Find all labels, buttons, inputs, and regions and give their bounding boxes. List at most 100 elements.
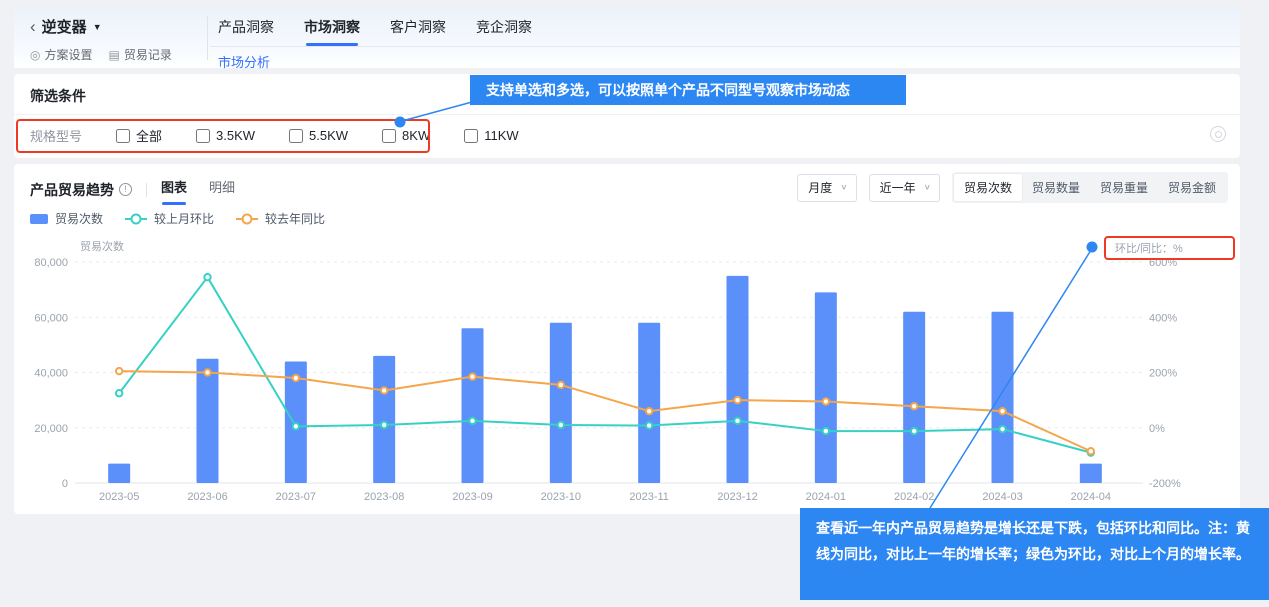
marker-较上月环比-2024-01[interactable] [823, 428, 829, 434]
metric-button-group: 贸易次数贸易数量贸易重量贸易金额 [952, 172, 1228, 203]
spec-option-3.5KW[interactable]: 3.5KW [196, 128, 255, 143]
bar-2023-11[interactable] [638, 323, 660, 483]
tab-产品洞察[interactable]: 产品洞察 [218, 17, 274, 46]
filter-annotation-tooltip: 支持单选和多选，可以按照单个产品不同型号观察市场动态 [470, 75, 906, 105]
scheme-settings-button[interactable]: ◎ 方案设置 [30, 46, 93, 63]
checkbox-8KW[interactable] [382, 129, 396, 143]
bar-2024-04[interactable] [1080, 464, 1102, 483]
legend-item-较上月环比[interactable]: 较上月环比 [125, 210, 214, 227]
metric-button-贸易金额[interactable]: 贸易金额 [1158, 174, 1226, 201]
x-axis-label-2023-12: 2023-12 [717, 491, 757, 503]
trend-title-divider [146, 183, 147, 197]
marker-较去年同比-2023-06[interactable] [204, 369, 210, 375]
marker-较去年同比-2024-03[interactable] [999, 408, 1005, 414]
view-tab-图表[interactable]: 图表 [161, 177, 187, 202]
bar-2023-09[interactable] [462, 328, 484, 483]
bar-2024-02[interactable] [903, 312, 925, 483]
left-axis-tick: 60,000 [34, 312, 68, 324]
line-较去年同比 [119, 371, 1091, 451]
x-axis-label-2024-03: 2024-03 [982, 491, 1022, 503]
legend-line-swatch [125, 218, 147, 220]
right-axis-tick: -200% [1149, 478, 1181, 490]
spec-option-label: 11KW [484, 128, 518, 143]
marker-较上月环比-2023-08[interactable] [381, 422, 387, 428]
x-axis-label-2023-09: 2023-09 [452, 491, 492, 503]
marker-较上月环比-2023-07[interactable] [293, 423, 299, 429]
x-axis-label-2024-01: 2024-01 [806, 491, 846, 503]
document-icon: ▤ [109, 48, 120, 62]
marker-较上月环比-2023-11[interactable] [646, 422, 652, 428]
x-axis-label-2023-08: 2023-08 [364, 491, 404, 503]
marker-较去年同比-2023-10[interactable] [558, 382, 564, 388]
bar-2023-05[interactable] [108, 464, 130, 483]
marker-较上月环比-2023-10[interactable] [558, 422, 564, 428]
header-divider [207, 16, 208, 60]
bar-2023-10[interactable] [550, 323, 572, 483]
marker-较去年同比-2023-12[interactable] [734, 397, 740, 403]
marker-较上月环比-2023-12[interactable] [734, 418, 740, 424]
marker-较上月环比-2023-09[interactable] [469, 418, 475, 424]
marker-较上月环比-2023-06[interactable] [204, 274, 210, 280]
main-tabs: 产品洞察 市场洞察 客户洞察 竞企洞察 [218, 17, 532, 46]
range-select[interactable]: 近一年 ∨ [869, 174, 940, 202]
chevron-down-icon: ∨ [840, 183, 847, 192]
marker-较去年同比-2023-08[interactable] [381, 387, 387, 393]
marker-较去年同比-2023-09[interactable] [469, 373, 475, 379]
left-axis-title: 贸易次数 [80, 239, 124, 253]
legend-item-较去年同比[interactable]: 较去年同比 [236, 210, 325, 227]
filter-settings-icon[interactable] [1210, 126, 1226, 142]
tab-客户洞察[interactable]: 客户洞察 [390, 17, 446, 46]
marker-较去年同比-2024-01[interactable] [823, 398, 829, 404]
chevron-down-icon: ∨ [924, 183, 931, 192]
tab-市场洞察[interactable]: 市场洞察 [304, 17, 360, 46]
x-axis-label-2023-10: 2023-10 [541, 491, 581, 503]
marker-较去年同比-2023-05[interactable] [116, 368, 122, 374]
right-axis-tick: 0% [1149, 423, 1165, 435]
checkbox-5.5KW[interactable] [289, 129, 303, 143]
left-axis-tick: 40,000 [34, 368, 68, 380]
checkbox-全部[interactable] [116, 129, 130, 143]
chevron-down-icon[interactable]: ▼ [93, 22, 102, 32]
spec-option-5.5KW[interactable]: 5.5KW [289, 128, 348, 143]
target-icon: ◎ [30, 48, 40, 62]
bar-2024-01[interactable] [815, 292, 837, 483]
checkbox-11KW[interactable] [464, 129, 478, 143]
legend-label: 贸易次数 [55, 210, 103, 227]
legend-item-贸易次数[interactable]: 贸易次数 [30, 210, 103, 227]
marker-较上月环比-2023-05[interactable] [116, 390, 122, 396]
bar-2023-06[interactable] [197, 359, 219, 483]
bar-2024-03[interactable] [992, 312, 1014, 483]
spec-option-全部[interactable]: 全部 [116, 126, 162, 145]
marker-较去年同比-2023-07[interactable] [293, 375, 299, 381]
spec-option-11KW[interactable]: 11KW [464, 128, 518, 143]
marker-较去年同比-2024-04[interactable] [1088, 448, 1094, 454]
marker-较上月环比-2024-02[interactable] [911, 428, 917, 434]
tab-竞企洞察[interactable]: 竞企洞察 [476, 17, 532, 46]
metric-button-贸易重量[interactable]: 贸易重量 [1090, 174, 1158, 201]
bar-2023-08[interactable] [373, 356, 395, 483]
metric-button-贸易次数[interactable]: 贸易次数 [954, 174, 1022, 201]
spec-option-8KW[interactable]: 8KW [382, 128, 430, 143]
bar-2023-12[interactable] [727, 276, 749, 483]
subtab-market-analysis[interactable]: 市场分析 [218, 52, 270, 71]
x-axis-label-2023-05: 2023-05 [99, 491, 139, 503]
back-icon[interactable]: ‹ [30, 17, 36, 37]
trend-card: 产品贸易趋势 ! 图表明细 月度 ∨ 近一年 ∨ 贸易次数贸易数量贸易重量贸易金… [14, 164, 1240, 514]
period-select[interactable]: 月度 ∨ [797, 174, 856, 202]
marker-较去年同比-2023-11[interactable] [646, 408, 652, 414]
info-icon[interactable]: ! [119, 183, 132, 196]
line-较上月环比 [119, 277, 1091, 452]
checkbox-3.5KW[interactable] [196, 129, 210, 143]
page-title: 逆变器 [42, 16, 87, 37]
chart-legend: 贸易次数 较上月环比 较去年同比 [30, 210, 325, 227]
metric-button-贸易数量[interactable]: 贸易数量 [1022, 174, 1090, 201]
marker-较上月环比-2024-03[interactable] [999, 426, 1005, 432]
filter-divider [14, 114, 1240, 115]
marker-较去年同比-2024-02[interactable] [911, 403, 917, 409]
view-tab-明细[interactable]: 明细 [209, 177, 235, 202]
left-axis-tick: 80,000 [34, 257, 68, 269]
x-axis-label-2023-07: 2023-07 [276, 491, 316, 503]
trade-records-button[interactable]: ▤ 贸易记录 [109, 46, 172, 63]
right-axis-tick: 400% [1149, 312, 1177, 324]
left-axis-tick: 0 [62, 478, 68, 490]
